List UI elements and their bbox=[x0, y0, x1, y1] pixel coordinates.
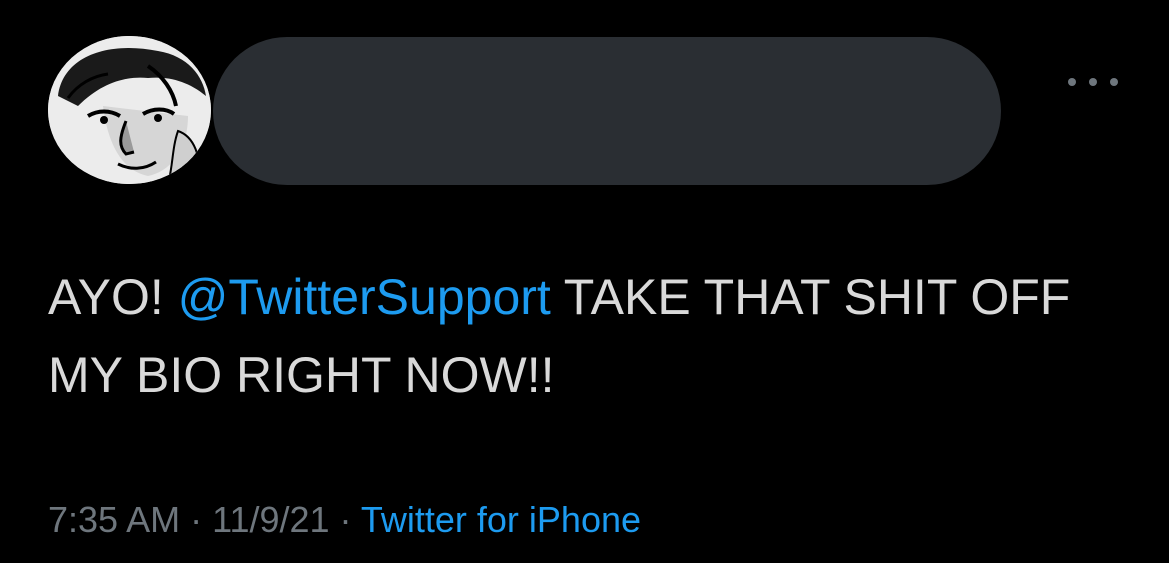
tweet-date: 11/9/21 bbox=[212, 499, 330, 540]
avatar[interactable] bbox=[48, 36, 211, 184]
redacted-display-name bbox=[213, 37, 1001, 185]
tweet-text: AYO! @TwitterSupport TAKE THAT SHIT OFF … bbox=[48, 258, 1108, 414]
tweet-source-link[interactable]: Twitter for iPhone bbox=[361, 499, 641, 540]
dot bbox=[1110, 78, 1118, 86]
dot bbox=[1089, 78, 1097, 86]
mention-link[interactable]: @TwitterSupport bbox=[178, 269, 551, 325]
manga-portrait-avatar-icon bbox=[48, 36, 211, 184]
tweet-meta: 7:35 AM · 11/9/21 · Twitter for iPhone bbox=[48, 496, 641, 544]
tweet-time: 7:35 AM bbox=[48, 499, 181, 540]
meta-separator: · bbox=[180, 499, 213, 540]
dot bbox=[1068, 78, 1076, 86]
tweet-text-prefix: AYO! bbox=[48, 269, 178, 325]
more-options-icon[interactable] bbox=[1068, 70, 1118, 94]
meta-separator: · bbox=[329, 499, 361, 540]
